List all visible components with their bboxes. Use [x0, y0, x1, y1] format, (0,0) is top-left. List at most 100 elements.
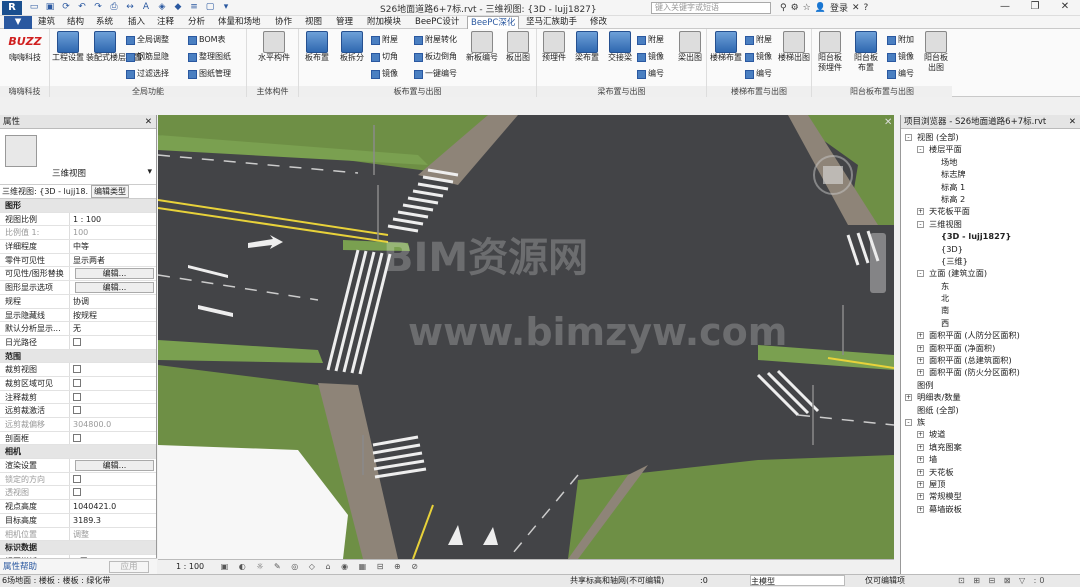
property-checkbox[interactable] — [73, 474, 81, 483]
help-icon[interactable]: ? — [864, 3, 869, 13]
project-settings-button[interactable]: 工程设置 — [51, 31, 85, 63]
browser-tree-item[interactable]: 图例 — [901, 379, 1080, 391]
expand-icon[interactable]: + — [917, 505, 924, 513]
browser-tree-item[interactable]: + 坡道 — [901, 428, 1080, 440]
property-value[interactable]: 1 : 100 — [70, 213, 156, 226]
property-value[interactable] — [70, 363, 156, 376]
tab-view[interactable]: 视图 — [305, 16, 322, 29]
expand-icon[interactable]: + — [917, 431, 924, 439]
view-scale[interactable]: 1 : 100 — [176, 562, 204, 571]
browser-tree-item[interactable]: + 面积平面 (总建筑面积) — [901, 354, 1080, 366]
editable-only[interactable]: 仅可编辑项 — [865, 575, 905, 587]
property-value[interactable]: 中等 — [70, 240, 156, 253]
view-control-icons[interactable]: ▣ ◐ ☼ ✎ ◎ ◇ ⌂ ◉ ▦ ⊟ ⊕ ⊘ — [221, 562, 422, 571]
tab-systems[interactable]: 系统 — [96, 16, 113, 29]
browser-tree-item[interactable]: 场地 — [901, 156, 1080, 168]
browser-tree-item[interactable]: -族 — [901, 416, 1080, 428]
print-icon[interactable]: ⎙ — [107, 1, 121, 14]
stair-layout-button[interactable]: 楼梯布置 — [709, 31, 743, 63]
active-workset[interactable]: 共享标高和轴网(不可编辑) — [570, 575, 664, 587]
property-section[interactable]: 标识数据 — [0, 541, 156, 555]
collapse-icon[interactable]: - — [917, 146, 924, 154]
property-checkbox[interactable] — [73, 378, 81, 387]
file-tab[interactable]: ▼ — [4, 16, 32, 29]
redo-icon[interactable]: ↷ — [91, 1, 105, 14]
tab-collaborate[interactable]: 协作 — [275, 16, 292, 29]
property-value[interactable]: 协调 — [70, 295, 156, 308]
chevron-down-icon[interactable]: ▾ — [147, 167, 152, 177]
undo-icon[interactable]: ↶ — [75, 1, 89, 14]
property-edit-button[interactable]: 编辑... — [75, 282, 154, 294]
expand-icon[interactable]: + — [917, 468, 924, 476]
slab-attach-button[interactable]: 附屋 — [371, 34, 398, 46]
tab-analyze[interactable]: 分析 — [188, 16, 205, 29]
tab-beepc-detailing[interactable]: BeePC深化 — [467, 16, 520, 29]
property-section[interactable]: 相机 — [0, 445, 156, 460]
property-checkbox[interactable] — [73, 433, 81, 442]
close-windows-icon[interactable]: ▢ — [203, 1, 217, 14]
horizontal-member-button[interactable]: 水平构件 — [253, 31, 295, 63]
property-value[interactable] — [70, 404, 156, 417]
property-value[interactable] — [70, 473, 156, 486]
floor-settings-button[interactable]: 装配式楼层设置 — [86, 31, 142, 63]
property-value[interactable]: 100 — [70, 226, 156, 239]
property-value[interactable]: 编辑... — [70, 267, 156, 280]
tab-insert[interactable]: 插入 — [128, 16, 145, 29]
stair-attach-button[interactable]: 附屋 — [745, 34, 772, 46]
measure-icon[interactable]: ↔ — [123, 1, 137, 14]
restore-button[interactable]: ❐ — [1020, 1, 1050, 12]
property-value[interactable] — [70, 336, 156, 349]
binoculars-icon[interactable]: ⚲ — [780, 3, 787, 13]
property-value[interactable]: 编辑... — [70, 459, 156, 472]
balcony-number-button[interactable]: 编号 — [887, 68, 914, 80]
subscription-icon[interactable]: ⚙ — [791, 3, 799, 13]
property-checkbox[interactable] — [73, 392, 81, 401]
beam-mirror-button[interactable]: 镜像 — [637, 51, 664, 63]
property-value[interactable]: 无 — [70, 322, 156, 335]
property-value[interactable]: 编辑... — [70, 281, 156, 294]
tab-architecture[interactable]: 建筑 — [38, 16, 55, 29]
tab-add-ins[interactable]: 附加模块 — [367, 16, 401, 29]
slab-one-key-number-button[interactable]: 一键编号 — [414, 68, 457, 80]
slab-chamfer-button[interactable]: 切角 — [371, 51, 398, 63]
beam-number-button[interactable]: 编号 — [637, 68, 664, 80]
text-icon[interactable]: A — [139, 1, 153, 14]
balcony-mirror-button[interactable]: 镜像 — [887, 51, 914, 63]
property-checkbox[interactable] — [73, 488, 81, 497]
property-section[interactable]: 范围 — [0, 349, 156, 364]
3d-viewport[interactable]: BIM资源网 www.bimzyw.com ✕ — [158, 115, 894, 559]
browser-tree-item[interactable]: + 填充图案 — [901, 441, 1080, 453]
property-value[interactable]: 1040421.0 — [70, 500, 156, 513]
browser-tree-item[interactable]: + 天花板平面 — [901, 205, 1080, 217]
close-icon[interactable]: ✕ — [1069, 115, 1076, 129]
browser-tree-item[interactable]: 北 — [901, 292, 1080, 304]
expand-icon[interactable]: + — [917, 493, 924, 501]
design-option[interactable]: 主模型 — [750, 575, 845, 586]
browser-tree-item[interactable]: + 屋顶 — [901, 478, 1080, 490]
expand-icon[interactable]: + — [917, 357, 924, 365]
browser-tree-item[interactable]: 图纸 (全部) — [901, 404, 1080, 416]
slab-drawing-button[interactable]: 板出图 — [501, 31, 535, 63]
property-checkbox[interactable] — [73, 365, 81, 374]
browser-tree-item[interactable]: - 三维视图 — [901, 218, 1080, 230]
tab-beepc-design[interactable]: BeePC设计 — [415, 16, 459, 29]
property-edit-button[interactable]: 编辑... — [75, 460, 154, 472]
collapse-icon[interactable]: - — [917, 270, 924, 278]
sheet-manager-button[interactable]: 图纸管理 — [188, 68, 231, 80]
browser-tree-item[interactable]: {3D} — [901, 243, 1080, 255]
property-value[interactable]: 3189.3 — [70, 514, 156, 527]
property-value[interactable] — [70, 391, 156, 404]
beam-layout-button[interactable]: 梁布置 — [570, 31, 604, 63]
tab-annotate[interactable]: 注释 — [157, 16, 174, 29]
browser-tree-item[interactable]: - 视图 (全部) — [901, 131, 1080, 143]
star-icon[interactable]: ☆ — [803, 3, 811, 13]
tab-massing-site[interactable]: 体量和场地 — [218, 16, 261, 29]
browser-tree-item[interactable]: {3D - lujj1827} — [901, 230, 1080, 242]
sign-in-link[interactable]: 登录 — [830, 1, 848, 14]
properties-help-link[interactable]: 属性帮助 — [0, 562, 37, 572]
property-value[interactable]: 304800.0 — [70, 418, 156, 431]
expand-icon[interactable]: + — [917, 480, 924, 488]
global-adjust-button[interactable]: 全局调整 — [126, 34, 169, 46]
save-icon[interactable]: ▣ — [43, 1, 57, 14]
user-icon[interactable]: 👤 — [815, 3, 826, 13]
